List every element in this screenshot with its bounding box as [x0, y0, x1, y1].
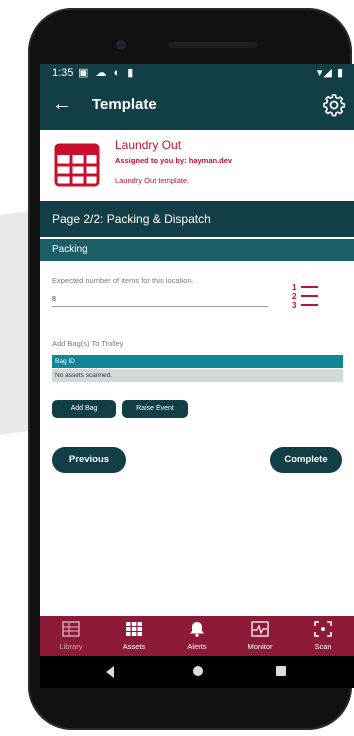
speaker-grille	[168, 42, 258, 48]
nav-assets[interactable]: Assets	[103, 616, 165, 656]
expected-items-input[interactable]	[52, 292, 268, 307]
template-assigned: Assigned to you by: hayman.dev	[115, 156, 233, 165]
template-description: Laundry Out template.	[115, 176, 190, 185]
assets-grid-icon	[126, 622, 142, 636]
notification-icons: ▣ ☁ ◐ ▮	[78, 67, 136, 79]
page-indicator-label: Page 2/2: Packing & Dispatch	[52, 212, 211, 226]
template-header: Laundry Out Assigned to you by: hayman.d…	[40, 130, 354, 200]
svg-text:2: 2	[292, 292, 297, 301]
template-grid-icon	[54, 143, 100, 187]
nav-monitor[interactable]: Monitor	[229, 616, 291, 656]
nav-alerts-label: Alerts	[187, 642, 207, 651]
signal-battery-icons: ▾◢ ▮	[316, 67, 344, 79]
nav-library[interactable]: Library	[40, 616, 102, 656]
page-indicator: Page 2/2: Packing & Dispatch	[40, 201, 354, 237]
app-screen: 1:35 ▣ ☁ ◐ ▮ ▾◢ ▮ ← Template Laundry Out…	[40, 64, 354, 688]
add-bag-button[interactable]: Add Bag	[52, 400, 116, 418]
expected-items-label: Expected number of items for this locati…	[52, 276, 194, 285]
scan-icon	[314, 621, 332, 637]
camera-icon	[116, 40, 126, 50]
section-label: Packing	[52, 244, 88, 255]
status-time: 1:35	[52, 67, 74, 79]
raise-event-button[interactable]: Raise Event	[122, 400, 188, 418]
status-bar: 1:35 ▣ ☁ ◐ ▮ ▾◢ ▮	[40, 64, 354, 84]
bag-id-column: Bag ID	[55, 358, 75, 365]
back-arrow-icon[interactable]: ←	[52, 93, 72, 116]
nav-monitor-label: Monitor	[247, 642, 273, 651]
numbered-list-icon: 1 2 3	[292, 283, 318, 310]
system-recents-icon[interactable]	[276, 666, 286, 676]
nav-library-label: Library	[59, 642, 83, 651]
previous-button[interactable]: Previous	[52, 447, 126, 473]
bag-table-header: Bag ID	[52, 355, 343, 368]
system-back-icon[interactable]	[106, 666, 114, 678]
section-header: Packing	[40, 239, 354, 261]
template-title: Laundry Out	[115, 138, 182, 152]
system-home-icon[interactable]	[193, 666, 203, 676]
gear-icon[interactable]	[322, 93, 346, 117]
system-navigation-bar	[40, 656, 354, 688]
add-bags-label: Add Bag(s) To Trolley	[52, 339, 124, 348]
nav-assets-label: Assets	[122, 642, 146, 651]
bell-icon	[190, 622, 204, 637]
bag-empty-text: No assets scanned.	[55, 372, 113, 379]
page-title: Template	[92, 96, 157, 113]
nav-alerts[interactable]: Alerts	[166, 616, 228, 656]
bottom-navigation: Library Assets Alerts Monitor Scan	[40, 616, 354, 656]
library-icon	[62, 621, 80, 637]
bag-table-empty-row: No assets scanned.	[52, 369, 343, 382]
nav-scan-label: Scan	[314, 642, 332, 651]
svg-text:3: 3	[292, 301, 297, 310]
svg-text:1: 1	[292, 283, 297, 292]
monitor-icon	[251, 621, 269, 637]
app-bar: ← Template	[40, 84, 354, 130]
nav-scan[interactable]: Scan	[292, 616, 354, 656]
complete-button[interactable]: Complete	[270, 447, 342, 473]
